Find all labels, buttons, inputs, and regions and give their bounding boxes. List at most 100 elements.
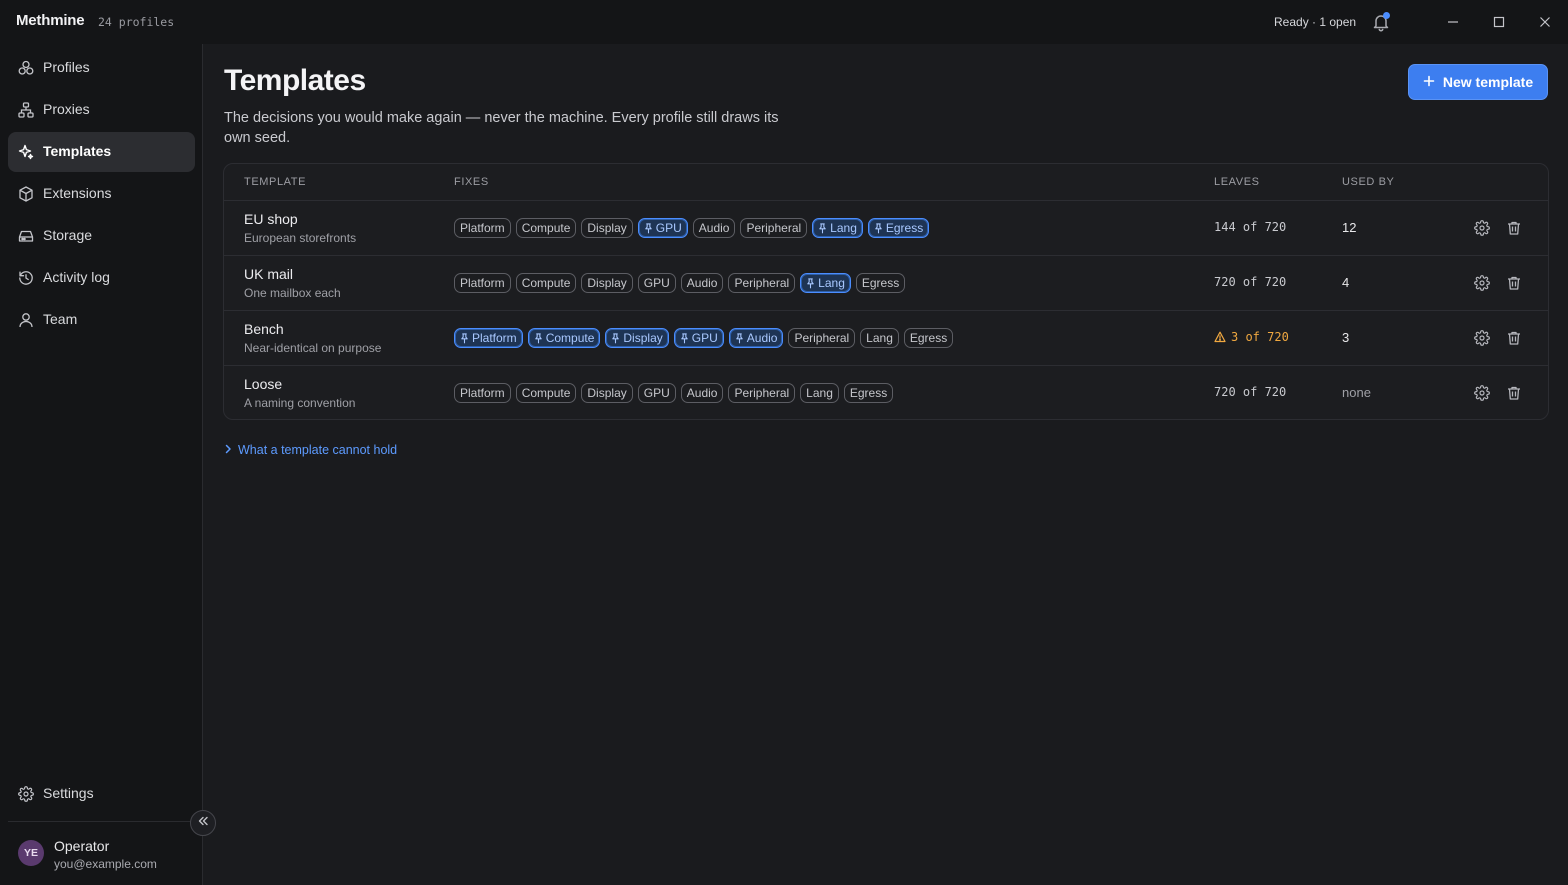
fix-chip: Compute bbox=[515, 273, 577, 293]
pin-icon bbox=[735, 333, 744, 344]
fix-chip: Lang bbox=[800, 383, 839, 403]
gear-icon[interactable] bbox=[1474, 385, 1490, 401]
trash-icon[interactable] bbox=[1506, 220, 1522, 236]
user-email: you@example.com bbox=[54, 857, 157, 871]
template-description: European storefronts bbox=[244, 231, 357, 245]
sidebar-item-proxies[interactable]: Proxies bbox=[8, 90, 195, 130]
sidebar-item-label: Extensions bbox=[43, 185, 112, 201]
page-title: Templates bbox=[224, 64, 366, 97]
fix-chip-label: Egress bbox=[885, 221, 924, 235]
table-row[interactable]: Loose A naming convention Platform Compute D… bbox=[224, 365, 1548, 419]
fix-chip-label: GPU bbox=[691, 331, 718, 345]
fix-chip: Audio bbox=[728, 328, 784, 348]
fixes-list: Platform Compute Display GPU Audio Peripheral… bbox=[454, 218, 930, 238]
leaves-count: 720 of 720 bbox=[1214, 275, 1286, 289]
template-name: Bench bbox=[244, 321, 284, 337]
template-name: EU shop bbox=[244, 211, 298, 227]
leaves-value: 144 of 720 bbox=[1214, 220, 1287, 234]
sidebar-item-label: Storage bbox=[43, 227, 93, 243]
template-name: UK mail bbox=[244, 266, 294, 282]
fix-chip: Compute bbox=[515, 218, 577, 238]
leaves-count: 144 of 720 bbox=[1214, 220, 1286, 234]
sidebar-item-extensions[interactable]: Extensions bbox=[8, 174, 195, 214]
fix-chip: Platform bbox=[454, 218, 511, 238]
trash-icon[interactable] bbox=[1506, 275, 1522, 291]
fix-chip-label: Egress bbox=[849, 386, 888, 400]
sidebar-item-profiles[interactable]: Profiles bbox=[8, 48, 195, 88]
fix-chip: Display bbox=[581, 273, 633, 293]
fix-chip-label: Audio bbox=[686, 386, 718, 400]
leaves-count: 720 of 720 bbox=[1214, 385, 1286, 399]
avatar[interactable]: YE bbox=[18, 840, 44, 866]
sidebar-item-settings[interactable]: Settings bbox=[8, 774, 195, 814]
pin-icon bbox=[460, 333, 469, 344]
fix-chip-label: Lang bbox=[866, 331, 893, 345]
used-by-count: none bbox=[1342, 385, 1371, 400]
gear-icon[interactable] bbox=[1474, 330, 1490, 346]
used-by-count: 4 bbox=[1342, 275, 1350, 290]
new-template-button[interactable]: New template bbox=[1408, 64, 1548, 100]
sidebar-item-storage[interactable]: Storage bbox=[8, 216, 195, 256]
pin-icon bbox=[534, 333, 543, 344]
fix-chip-label: Platform bbox=[460, 221, 505, 235]
fix-chip-label: Peripheral bbox=[734, 386, 790, 400]
fix-chip: Audio bbox=[692, 218, 736, 238]
gear-icon[interactable] bbox=[1474, 220, 1490, 236]
fix-chip: Egress bbox=[903, 328, 954, 348]
fix-chip: Platform bbox=[454, 328, 523, 348]
fix-chip-label: Audio bbox=[746, 331, 778, 345]
sidebar-item-label: Team bbox=[43, 311, 78, 327]
sidebar-item-templates[interactable]: Templates bbox=[8, 132, 195, 172]
title-bar: Methmine 24 profiles Ready · 1 open bbox=[0, 0, 1568, 44]
fix-chip-label: GPU bbox=[643, 276, 670, 290]
warning-icon bbox=[1214, 331, 1226, 343]
trash-icon[interactable] bbox=[1506, 330, 1522, 346]
fix-chip-label: Display bbox=[587, 386, 627, 400]
pin-icon bbox=[680, 333, 689, 344]
status-text: Ready · 1 open bbox=[1274, 15, 1357, 29]
fix-chip: Egress bbox=[867, 218, 930, 238]
table-row[interactable]: UK mail One mailbox each Platform Compute Di… bbox=[224, 255, 1548, 310]
fix-chip: Egress bbox=[855, 273, 906, 293]
profile-count: 24 profiles bbox=[98, 15, 175, 29]
sidebar-item-label: Profiles bbox=[43, 59, 90, 75]
chevron-right-icon bbox=[224, 443, 232, 457]
fix-chip-label: GPU bbox=[643, 386, 670, 400]
fix-chip: Lang bbox=[812, 218, 863, 238]
close-icon[interactable] bbox=[1535, 12, 1555, 32]
fix-chip-label: Platform bbox=[460, 386, 505, 400]
fix-chip-label: Display bbox=[587, 276, 627, 290]
fix-chip: Display bbox=[581, 383, 633, 403]
maximize-icon[interactable] bbox=[1489, 12, 1509, 32]
proxies-icon bbox=[18, 102, 34, 118]
fix-chip: Peripheral bbox=[788, 328, 856, 348]
gear-icon[interactable] bbox=[1474, 275, 1490, 291]
fix-chip-label: Compute bbox=[521, 276, 571, 290]
used-by-count: 12 bbox=[1342, 220, 1357, 235]
table-row[interactable]: Bench Near-identical on purpose Platform Co… bbox=[224, 310, 1548, 365]
fix-chip-label: Compute bbox=[521, 386, 571, 400]
leaves-value: 3 of 720 bbox=[1231, 330, 1289, 344]
leaves-count: 3 of 720 bbox=[1214, 330, 1289, 344]
fixes-list: Platform Compute Display GPU Audio Peripheral… bbox=[454, 328, 954, 348]
fix-chip: Platform bbox=[454, 273, 511, 293]
minimize-icon[interactable] bbox=[1443, 12, 1463, 32]
trash-icon[interactable] bbox=[1506, 385, 1522, 401]
collapse-sidebar-button[interactable] bbox=[190, 810, 216, 836]
sidebar-item-label: Activity log bbox=[43, 269, 110, 285]
fix-chip: Audio bbox=[680, 383, 724, 403]
template-limits-disclosure[interactable]: What a template cannot hold bbox=[224, 443, 397, 457]
template-description: A naming convention bbox=[244, 396, 356, 410]
new-template-label: New template bbox=[1442, 74, 1534, 90]
fix-chip: Peripheral bbox=[740, 218, 808, 238]
fixes-list: Platform Compute Display GPU Audio Peripheral… bbox=[454, 383, 894, 403]
fix-chip: GPU bbox=[673, 328, 724, 348]
template-name: Loose bbox=[244, 376, 283, 392]
fix-chip: Compute bbox=[527, 328, 601, 348]
sidebar: Profiles Proxies Templates Extensions St… bbox=[0, 44, 203, 885]
sidebar-item-team[interactable]: Team bbox=[8, 300, 195, 340]
table-row[interactable]: EU shop European storefronts Platform Compu… bbox=[224, 200, 1548, 255]
pin-icon bbox=[644, 223, 653, 234]
pin-icon bbox=[611, 333, 620, 344]
sidebar-item-activity-log[interactable]: Activity log bbox=[8, 258, 195, 298]
